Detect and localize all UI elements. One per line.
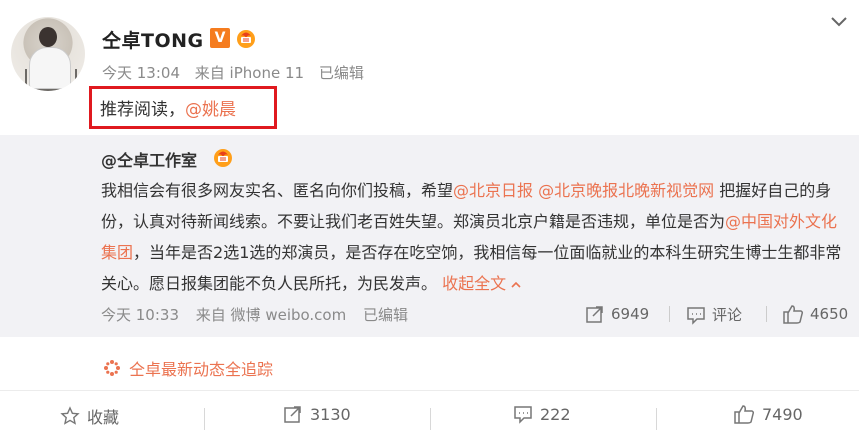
mention-link[interactable]: @北京晚报北晚新视觉网 <box>538 181 714 200</box>
divider <box>204 408 205 430</box>
tracking-link[interactable]: 仝卓最新动态全追踪 <box>103 356 273 380</box>
fan-badge-icon <box>235 27 257 49</box>
favorite-label: 收藏 <box>87 408 120 427</box>
share-button[interactable]: 3130 <box>283 404 351 424</box>
action-bar: 收藏 3130 222 7490 <box>0 404 859 434</box>
fan-badge-icon <box>212 146 234 168</box>
comment-count: 222 <box>540 404 571 424</box>
post-meta: 今天 13:04 来自 iPhone 11 已编辑 <box>102 62 374 83</box>
star-icon <box>60 406 80 426</box>
verified-badge-icon: V <box>210 28 230 48</box>
divider <box>656 408 657 430</box>
post-source: 来自 iPhone 11 <box>194 64 305 82</box>
repost-comment-label: 评论 <box>712 306 743 324</box>
divider <box>430 408 431 430</box>
repost-author[interactable]: @仝卓工作室 <box>101 147 197 171</box>
comment-icon <box>686 305 706 325</box>
comment-icon <box>513 404 533 424</box>
post-edited[interactable]: 已编辑 <box>319 64 364 82</box>
post-text: 推荐阅读，@姚晨 <box>100 95 236 120</box>
repost-edited[interactable]: 已编辑 <box>363 306 408 324</box>
mention-link[interactable]: @北京日报 <box>453 181 533 200</box>
repost-like-count: 4650 <box>810 305 849 323</box>
like-count: 7490 <box>762 404 803 424</box>
repost-body: 我相信会有很多网友实名、匿名向你们投稿，希望@北京日报 @北京晚报北晚新视觉网 … <box>101 175 853 299</box>
divider <box>766 306 767 322</box>
divider <box>669 306 670 322</box>
post-time[interactable]: 今天 13:04 <box>102 64 180 82</box>
collapse-link[interactable]: 收起全文 <box>442 274 522 293</box>
repost-comment-button[interactable]: 评论 <box>686 304 742 325</box>
tracking-label: 仝卓最新动态全追踪 <box>129 360 274 379</box>
post-text-prefix: 推荐阅读， <box>100 100 185 120</box>
share-icon <box>283 404 303 424</box>
like-button[interactable]: 7490 <box>733 404 803 424</box>
collapse-label: 收起全文 <box>442 274 507 293</box>
chevron-up-icon <box>510 268 522 299</box>
repost-text: 我相信会有很多网友实名、匿名向你们投稿，希望 <box>101 181 454 200</box>
divider <box>0 390 859 391</box>
mention-link[interactable]: @姚晨 <box>185 100 236 120</box>
repost-meta: 今天 10:33 来自 微博 weibo.com 已编辑 <box>101 304 420 325</box>
thumbs-up-icon <box>733 404 755 424</box>
thumbs-up-icon <box>782 304 804 324</box>
avatar[interactable] <box>11 17 85 91</box>
repost-share-button[interactable]: 6949 <box>585 304 649 324</box>
favorite-button[interactable]: 收藏 <box>60 404 119 428</box>
author-name[interactable]: 仝卓TONG <box>102 26 204 53</box>
share-icon <box>585 304 605 324</box>
comment-button[interactable]: 222 <box>513 404 571 424</box>
repost-like-button[interactable]: 4650 <box>782 304 848 324</box>
repost-share-count: 6949 <box>611 305 650 323</box>
repost-time[interactable]: 今天 10:33 <box>101 306 179 324</box>
repost-source: 来自 微博 weibo.com <box>195 306 347 324</box>
sparkle-icon <box>103 359 121 377</box>
chevron-down-icon[interactable] <box>829 14 849 30</box>
share-count: 3130 <box>310 404 351 424</box>
